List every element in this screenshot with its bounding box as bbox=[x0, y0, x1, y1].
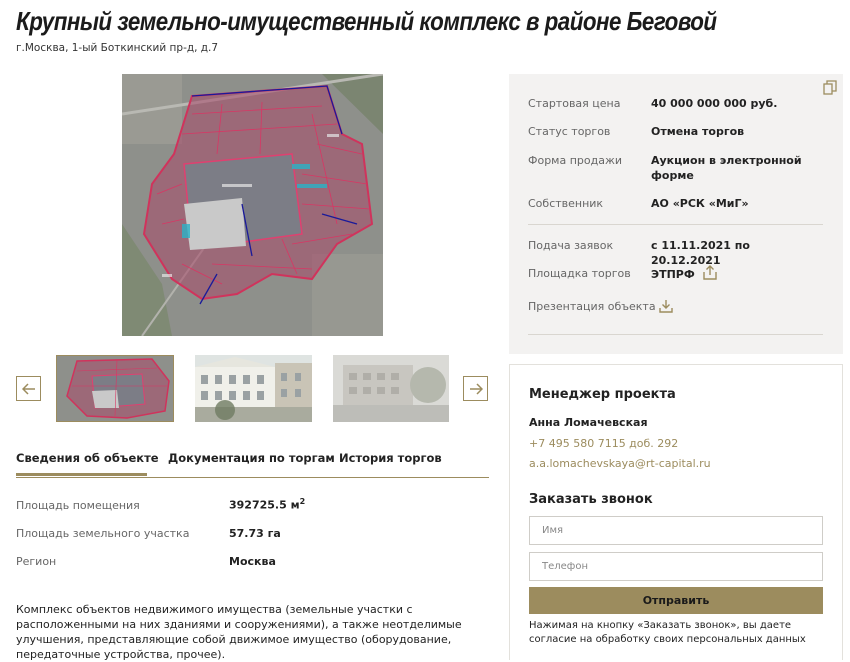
auction-info-panel: Стартовая цена 40 000 000 000 руб. Стату… bbox=[509, 74, 843, 354]
thumb-site-plan-image bbox=[57, 356, 173, 421]
auction-value-platform: ЭТПРФ bbox=[651, 268, 695, 281]
auction-platform-link[interactable]: ЭТПРФ bbox=[651, 265, 821, 282]
consent-note: Нажимая на кнопку «Заказать звонок», вы … bbox=[529, 620, 806, 645]
site-plan-image bbox=[122, 74, 383, 336]
gallery-next-button[interactable] bbox=[463, 376, 488, 401]
auction-label-sale-form: Форма продажи bbox=[528, 154, 623, 167]
manager-heading: Менеджер проекта bbox=[529, 387, 676, 402]
tab-auction-history[interactable]: История торгов bbox=[339, 451, 442, 465]
phone-input[interactable] bbox=[529, 552, 823, 581]
auction-divider-bottom bbox=[528, 334, 823, 335]
auction-value-status: Отмена торгов bbox=[651, 125, 745, 138]
property-label-area: Площадь помещения bbox=[16, 499, 140, 512]
auction-divider-top bbox=[528, 224, 823, 225]
presentation-download-link[interactable]: Презентация объекта bbox=[528, 299, 673, 313]
thumb-street-photo bbox=[333, 355, 449, 422]
property-value-region: Москва bbox=[229, 555, 276, 568]
active-tab-indicator bbox=[16, 473, 147, 476]
auction-label-platform: Площадка торгов bbox=[528, 267, 631, 280]
manager-name: Анна Ломачевская bbox=[529, 416, 648, 429]
name-input[interactable] bbox=[529, 516, 823, 545]
property-value-area: 392725.5 м2 bbox=[229, 497, 306, 512]
gallery-thumb-3[interactable] bbox=[333, 355, 449, 422]
object-description: Комплекс объектов недвижимого имущества … bbox=[16, 603, 462, 661]
copy-button[interactable] bbox=[823, 80, 837, 99]
manager-phone-link[interactable]: +7 495 580 7115 доб. 292 bbox=[529, 437, 678, 450]
tabs-divider bbox=[16, 477, 489, 478]
external-link-icon bbox=[702, 265, 717, 280]
tab-object-info[interactable]: Сведения об объекте bbox=[16, 451, 159, 465]
gallery-thumb-2[interactable] bbox=[195, 355, 312, 422]
object-address: г.Москва, 1-ый Боткинский пр-д, д.7 bbox=[16, 42, 219, 54]
auction-value-start-price: 40 000 000 000 руб. bbox=[651, 97, 778, 110]
auction-label-status: Статус торгов bbox=[528, 125, 611, 138]
property-label-land: Площадь земельного участка bbox=[16, 527, 190, 540]
submit-callback-button[interactable]: Отправить bbox=[529, 587, 823, 614]
tab-auction-docs[interactable]: Документация по торгам bbox=[168, 451, 335, 465]
download-icon bbox=[659, 299, 673, 313]
property-value-land: 57.73 га bbox=[229, 527, 281, 540]
property-label-region: Регион bbox=[16, 555, 57, 568]
auction-label-applications: Подача заявок bbox=[528, 239, 614, 252]
manager-panel: Менеджер проекта Анна Ломачевская +7 495… bbox=[509, 364, 843, 660]
thumb-building-photo bbox=[195, 355, 312, 422]
page-title: Крупный земельно-имущественный комплекс … bbox=[16, 6, 717, 36]
arrow-left-icon bbox=[21, 382, 35, 395]
auction-value-applications: с 11.11.2021 по 20.12.2021 bbox=[651, 239, 750, 267]
auction-value-sale-form: Аукцион в электронной форме bbox=[651, 154, 802, 182]
callback-heading: Заказать звонок bbox=[529, 492, 653, 507]
gallery-prev-button[interactable] bbox=[16, 376, 41, 401]
auction-label-start-price: Стартовая цена bbox=[528, 97, 621, 110]
gallery-thumb-1[interactable] bbox=[56, 355, 174, 422]
arrow-right-icon bbox=[469, 382, 483, 395]
presentation-label: Презентация объекта bbox=[528, 300, 656, 313]
auction-label-owner: Собственник bbox=[528, 197, 604, 210]
copy-icon bbox=[823, 80, 837, 95]
manager-email-link[interactable]: a.a.lomachevskaya@rt-capital.ru bbox=[529, 457, 711, 470]
auction-value-owner: АО «РСК «МиГ» bbox=[651, 197, 749, 210]
main-photo[interactable] bbox=[122, 74, 383, 336]
